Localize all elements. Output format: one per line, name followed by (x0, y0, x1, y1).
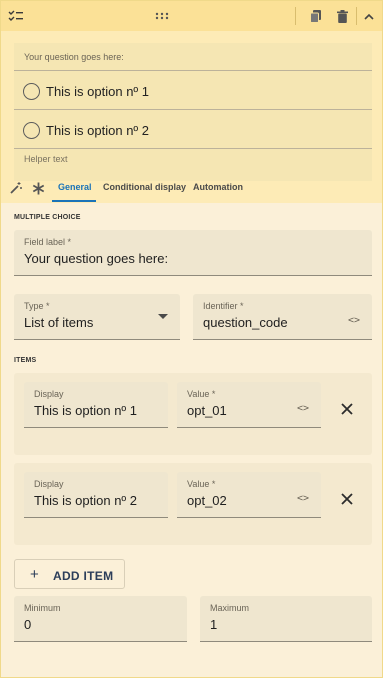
display-value: This is option nº 1 (34, 403, 138, 418)
display-value: This is option nº 2 (34, 493, 138, 508)
identifier-input[interactable]: Identifier * question_code <> (193, 294, 372, 340)
type-caption: Type * (24, 301, 50, 311)
code-icon[interactable]: <> (348, 315, 360, 326)
list-item: Display This is option nº 1 Value * opt_… (14, 373, 372, 455)
maximum-input[interactable]: Maximum 1 (200, 596, 372, 642)
minimum-input[interactable]: Minimum 0 (14, 596, 187, 642)
radio-button[interactable] (23, 83, 40, 100)
display-caption: Display (34, 479, 64, 489)
helper-text: Helper text (24, 154, 68, 164)
asterisk-icon[interactable] (30, 180, 46, 196)
field-label-input[interactable]: Field label * Your question goes here: (14, 230, 372, 276)
value-caption: Value * (187, 389, 216, 399)
checklist-icon[interactable] (6, 6, 26, 26)
maximum-caption: Maximum (210, 603, 250, 613)
divider (14, 109, 372, 110)
items-title: ITEMS (14, 357, 37, 364)
radio-button[interactable] (23, 122, 40, 139)
code-icon[interactable]: <> (297, 493, 309, 504)
question-card: Your question goes here: This is option … (0, 0, 383, 678)
identifier-caption: Identifier * (203, 301, 244, 311)
trash-icon[interactable] (332, 6, 352, 26)
divider (14, 70, 372, 71)
divider (14, 148, 372, 149)
minimum-caption: Minimum (24, 603, 61, 613)
display-caption: Display (34, 389, 64, 399)
card-toolbar (1, 1, 382, 31)
type-value: List of items (24, 315, 94, 330)
value-value: opt_01 (187, 403, 227, 418)
close-icon[interactable] (336, 488, 358, 510)
field-label-caption: Field label * (24, 237, 72, 247)
drag-handle-icon[interactable] (152, 6, 172, 26)
preview-question: Your question goes here: (24, 52, 124, 62)
code-icon[interactable]: <> (297, 403, 309, 414)
field-label-value: Your question goes here: (24, 251, 169, 266)
tab-conditional-display[interactable]: Conditional display (103, 182, 186, 192)
maximum-value: 1 (210, 617, 218, 632)
list-item: Display This is option nº 2 Value * opt_… (14, 463, 372, 545)
close-icon[interactable] (336, 398, 358, 420)
dropdown-arrow-icon[interactable] (158, 314, 168, 319)
chevron-up-icon[interactable] (359, 6, 379, 26)
option-label: This is option nº 2 (46, 123, 150, 138)
item-display-input[interactable]: Display This is option nº 1 (24, 382, 168, 428)
item-value-input[interactable]: Value * opt_02 <> (177, 472, 321, 518)
active-tab-indicator (52, 200, 96, 202)
preview-option[interactable]: This is option nº 1 (14, 83, 372, 121)
type-select[interactable]: Type * List of items (14, 294, 180, 340)
item-display-input[interactable]: Display This is option nº 2 (24, 472, 168, 518)
value-value: opt_02 (187, 493, 227, 508)
magic-wand-icon[interactable] (8, 180, 24, 196)
toolbar-divider (295, 7, 296, 25)
config-tabs: General Conditional display Automation (1, 173, 382, 203)
minimum-value: 0 (24, 617, 32, 632)
item-value-input[interactable]: Value * opt_01 <> (177, 382, 321, 428)
value-caption: Value * (187, 479, 216, 489)
add-item-label: ADD ITEM (53, 569, 114, 583)
add-item-button[interactable]: + ADD ITEM (14, 559, 125, 589)
identifier-value: question_code (203, 315, 288, 330)
copy-icon[interactable] (306, 6, 326, 26)
tab-automation[interactable]: Automation (193, 182, 243, 192)
tab-general[interactable]: General (58, 182, 92, 192)
config-panel: MULTIPLE CHOICE Field label * Your quest… (1, 203, 382, 673)
option-label: This is option nº 1 (46, 84, 150, 99)
section-title: MULTIPLE CHOICE (14, 214, 81, 221)
toolbar-divider (356, 7, 357, 25)
plus-icon: + (30, 566, 39, 583)
